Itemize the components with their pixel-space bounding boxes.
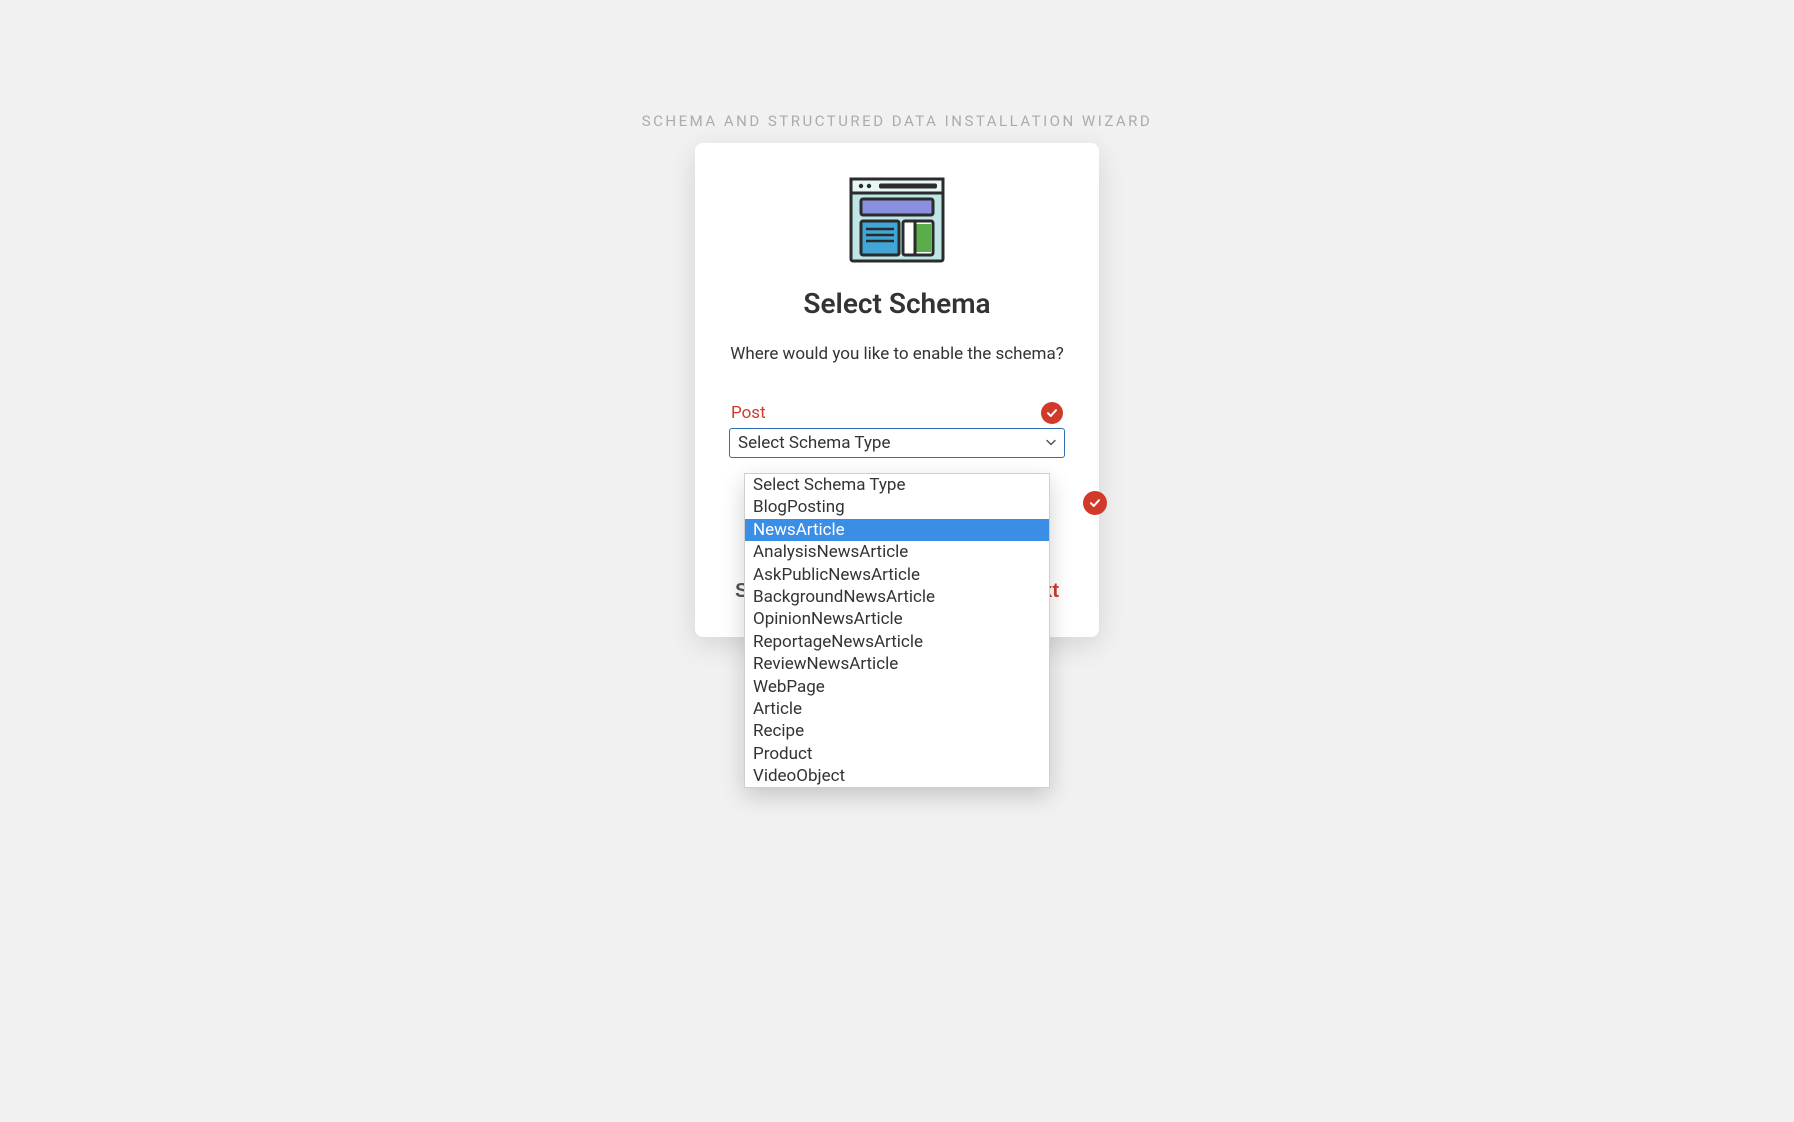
schema-type-dropdown[interactable]: Select Schema TypeBlogPostingNewsArticle…	[744, 473, 1050, 788]
card-subtitle: Where would you like to enable the schem…	[729, 344, 1065, 364]
dropdown-option[interactable]: Article	[745, 698, 1049, 720]
dropdown-option[interactable]: WebPage	[745, 676, 1049, 698]
webpage-layout-icon	[849, 177, 945, 263]
eyebrow-title: SCHEMA AND STRUCTURED DATA INSTALLATION …	[0, 112, 1794, 130]
dropdown-option[interactable]: BackgroundNewsArticle	[745, 586, 1049, 608]
dropdown-option[interactable]: BlogPosting	[745, 496, 1049, 518]
checkmark-icon	[1083, 491, 1107, 515]
dropdown-option[interactable]: Recipe	[745, 720, 1049, 742]
schema-type-select-value: Select Schema Type	[738, 433, 891, 453]
dropdown-option[interactable]: AskPublicNewsArticle	[745, 564, 1049, 586]
field-row-post: Post	[729, 402, 1065, 424]
field-label-post: Post	[731, 403, 766, 423]
dropdown-option[interactable]: OpinionNewsArticle	[745, 608, 1049, 630]
schema-type-select-wrap: Select Schema Type	[729, 428, 1065, 458]
dropdown-option[interactable]: ReviewNewsArticle	[745, 653, 1049, 675]
hero-illustration	[729, 177, 1065, 263]
schema-type-select[interactable]: Select Schema Type	[729, 428, 1065, 458]
dropdown-option[interactable]: Product	[745, 743, 1049, 765]
dropdown-option[interactable]: ReportageNewsArticle	[745, 631, 1049, 653]
dropdown-option[interactable]: AnalysisNewsArticle	[745, 541, 1049, 563]
dropdown-option[interactable]: VideoObject	[745, 765, 1049, 787]
dropdown-option[interactable]: NewsArticle	[745, 519, 1049, 541]
checkmark-icon	[1041, 402, 1063, 424]
stage: SCHEMA AND STRUCTURED DATA INSTALLATION …	[0, 0, 1794, 1122]
dropdown-option[interactable]: Select Schema Type	[745, 474, 1049, 496]
card-title: Select Schema	[729, 287, 1065, 320]
